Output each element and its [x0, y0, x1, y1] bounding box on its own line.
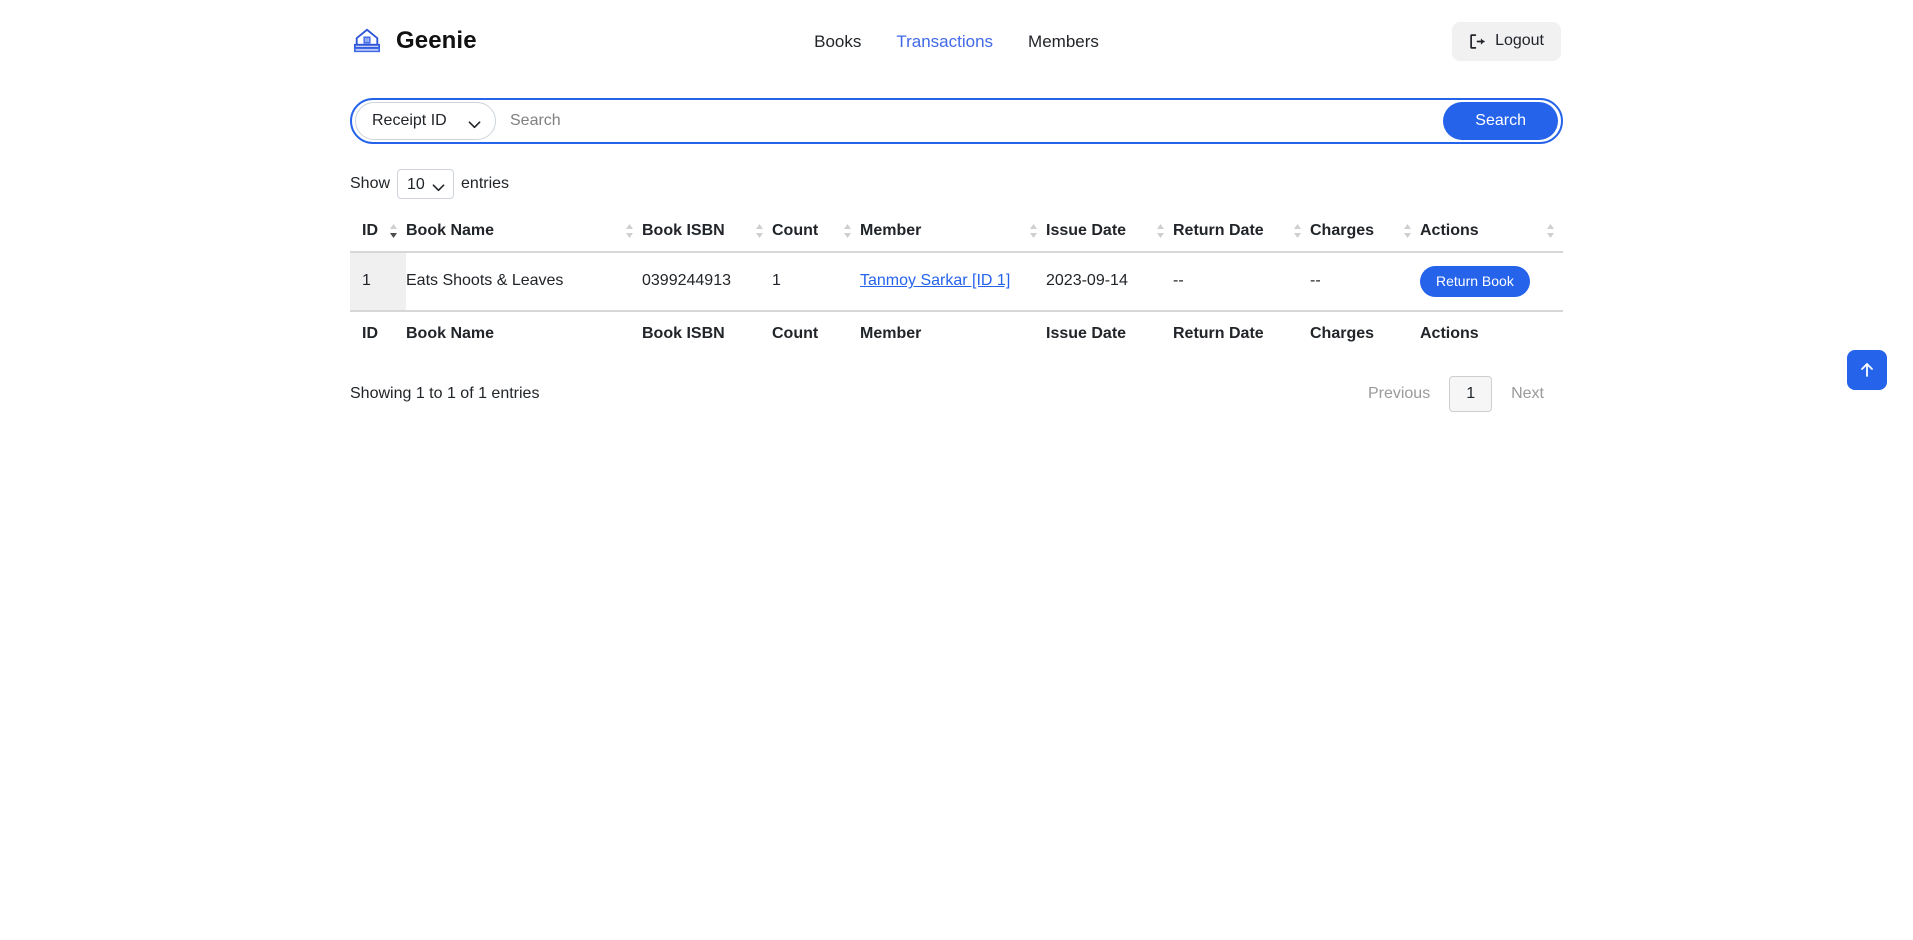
logout-button[interactable]: Logout — [1452, 21, 1561, 61]
col-header-actions[interactable]: Actions — [1420, 211, 1563, 253]
pagination-previous[interactable]: Previous — [1349, 376, 1449, 412]
table-body: 1 Eats Shoots & Leaves 0399244913 1 Tanm… — [350, 252, 1563, 312]
page-root: Geenie Books Transactions Members Logout — [0, 0, 1913, 412]
brand-link[interactable]: Geenie — [352, 26, 477, 56]
cell-book-isbn: 0399244913 — [642, 252, 772, 312]
content-container: Receipt ID Search Show 10 — [350, 98, 1563, 412]
search-button[interactable]: Search — [1443, 102, 1558, 140]
table-length-control: Show 10 entries — [350, 169, 1563, 199]
col-header-issue-date-label: Issue Date — [1046, 222, 1127, 239]
table-header-row: ID Book Name Book ISBN Count Member Issu… — [350, 211, 1563, 253]
col-header-actions-label: Actions — [1420, 222, 1479, 239]
library-house-icon — [352, 26, 382, 56]
nav-item-members[interactable]: Members — [1028, 33, 1099, 50]
pagination-page-1[interactable]: 1 — [1449, 375, 1493, 412]
scroll-to-top-button[interactable] — [1847, 349, 1887, 390]
nav-item-transactions[interactable]: Transactions — [896, 33, 993, 50]
table-row: 1 Eats Shoots & Leaves 0399244913 1 Tanm… — [350, 252, 1563, 312]
cell-actions: Return Book — [1420, 252, 1563, 312]
transactions-table: ID Book Name Book ISBN Count Member Issu… — [350, 211, 1563, 354]
show-label: Show — [350, 175, 391, 192]
col-header-id-label: ID — [362, 222, 378, 239]
foot-col-charges: Charges — [1310, 309, 1420, 354]
return-book-button[interactable]: Return Book — [1420, 266, 1530, 297]
table-info: Showing 1 to 1 of 1 entries — [350, 384, 540, 402]
arrow-up-icon — [1858, 361, 1876, 379]
main-nav: Books Transactions Members — [814, 33, 1099, 50]
member-link[interactable]: Tanmoy Sarkar [ID 1] — [860, 272, 1010, 289]
cell-charges: -- — [1310, 252, 1420, 312]
col-header-id[interactable]: ID — [350, 211, 406, 253]
col-header-book-name[interactable]: Book Name — [406, 211, 642, 253]
pagination-next[interactable]: Next — [1492, 376, 1563, 412]
foot-col-actions: Actions — [1420, 309, 1563, 354]
nav-item-books[interactable]: Books — [814, 33, 861, 50]
cell-count: 1 — [772, 252, 860, 312]
search-field-select-wrap: Receipt ID — [355, 102, 496, 140]
sort-neutral-icon — [625, 223, 634, 239]
foot-col-member: Member — [860, 309, 1046, 354]
cell-book-name: Eats Shoots & Leaves — [406, 252, 642, 312]
foot-col-id: ID — [350, 309, 406, 354]
cell-issue-date: 2023-09-14 — [1046, 252, 1173, 312]
length-select[interactable]: 10 — [397, 169, 455, 199]
col-header-count-label: Count — [772, 222, 819, 239]
table-foot: ID Book Name Book ISBN Count Member Issu… — [350, 309, 1563, 354]
sort-neutral-icon — [1546, 223, 1555, 239]
sort-neutral-icon — [843, 223, 852, 239]
col-header-return-date[interactable]: Return Date — [1173, 211, 1310, 253]
length-select-wrap: 10 — [397, 169, 455, 199]
logout-label: Logout — [1495, 32, 1544, 49]
table-footer-row: ID Book Name Book ISBN Count Member Issu… — [350, 309, 1563, 354]
col-header-member[interactable]: Member — [860, 211, 1046, 253]
table-head: ID Book Name Book ISBN Count Member Issu… — [350, 211, 1563, 253]
col-header-charges-label: Charges — [1310, 222, 1375, 239]
sort-neutral-icon — [1156, 223, 1165, 239]
sort-neutral-icon — [1029, 223, 1038, 239]
sign-out-icon — [1469, 33, 1486, 50]
col-header-member-label: Member — [860, 222, 922, 239]
search-bar: Receipt ID Search — [350, 98, 1563, 144]
navbar: Geenie Books Transactions Members Logout — [0, 0, 1913, 82]
search-input[interactable] — [496, 102, 1444, 140]
col-header-charges[interactable]: Charges — [1310, 211, 1420, 253]
sort-neutral-icon — [755, 223, 764, 239]
search-field-select[interactable]: Receipt ID — [355, 102, 496, 140]
brand-name: Geenie — [396, 27, 477, 54]
foot-col-issue-date: Issue Date — [1046, 309, 1173, 354]
col-header-book-name-label: Book Name — [406, 222, 495, 239]
col-header-return-date-label: Return Date — [1173, 222, 1264, 239]
cell-id: 1 — [350, 252, 406, 312]
col-header-book-isbn[interactable]: Book ISBN — [642, 211, 772, 253]
col-header-issue-date[interactable]: Issue Date — [1046, 211, 1173, 253]
foot-col-return-date: Return Date — [1173, 309, 1310, 354]
table-footer-bar: Showing 1 to 1 of 1 entries Previous 1 N… — [350, 375, 1563, 412]
pagination: Previous 1 Next — [1349, 375, 1563, 412]
sort-desc-icon — [389, 223, 398, 239]
entries-label: entries — [461, 175, 510, 192]
cell-return-date: -- — [1173, 252, 1310, 312]
sort-neutral-icon — [1293, 223, 1302, 239]
col-header-count[interactable]: Count — [772, 211, 860, 253]
sort-neutral-icon — [1403, 223, 1412, 239]
cell-member: Tanmoy Sarkar [ID 1] — [860, 252, 1046, 312]
foot-col-count: Count — [772, 309, 860, 354]
foot-col-book-isbn: Book ISBN — [642, 309, 772, 354]
foot-col-book-name: Book Name — [406, 309, 642, 354]
col-header-book-isbn-label: Book ISBN — [642, 222, 725, 239]
